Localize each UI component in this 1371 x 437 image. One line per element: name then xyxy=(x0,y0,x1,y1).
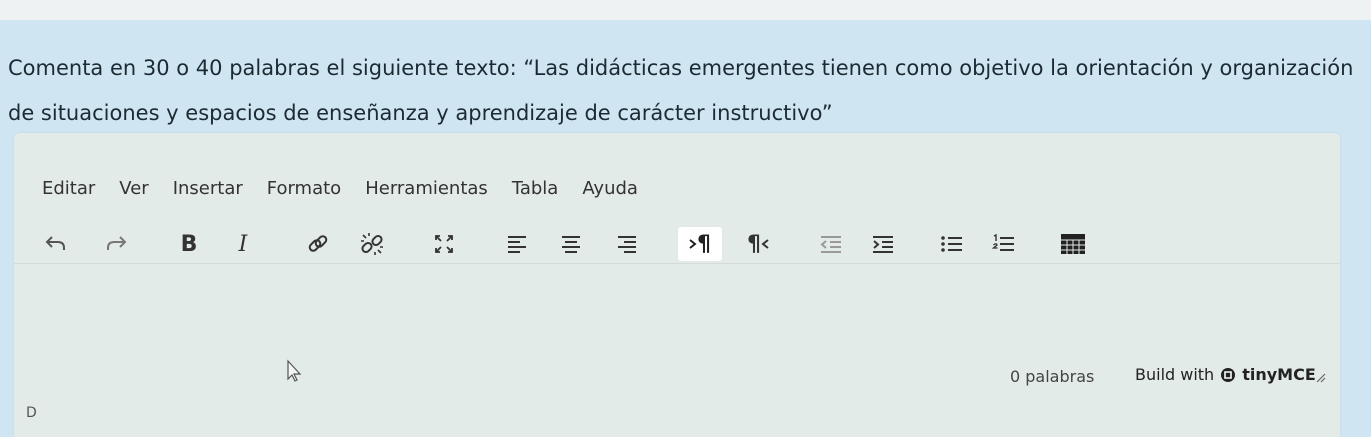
menu-ayuda[interactable]: Ayuda xyxy=(582,178,638,199)
corner-mark: D xyxy=(26,405,37,421)
top-strip xyxy=(0,0,1371,22)
editor-toolbar: B I ¶ ¶ xyxy=(14,221,1340,267)
italic-button[interactable]: I xyxy=(226,227,260,261)
insert-link-button[interactable] xyxy=(300,227,336,261)
italic-icon: I xyxy=(238,231,248,257)
editor-menubar: Editar Ver Insertar Formato Herramientas… xyxy=(42,173,662,203)
align-right-icon xyxy=(618,236,636,253)
ltr-arrow-icon xyxy=(689,239,697,249)
menu-editar[interactable]: Editar xyxy=(42,178,95,199)
rtl-button[interactable]: ¶ xyxy=(736,227,780,261)
bold-button[interactable]: B xyxy=(172,227,206,261)
menu-tabla[interactable]: Tabla xyxy=(512,178,559,199)
align-center-icon xyxy=(562,236,580,253)
outdent-icon xyxy=(820,236,841,253)
link-icon xyxy=(308,235,328,252)
redo-icon xyxy=(107,236,127,250)
rtl-icon: ¶ xyxy=(747,231,761,257)
menu-ver[interactable]: Ver xyxy=(119,178,148,199)
undo-button[interactable] xyxy=(38,227,74,261)
undo-icon xyxy=(45,236,65,250)
align-center-button[interactable] xyxy=(554,227,588,261)
numbered-list-icon xyxy=(992,234,1014,251)
word-count[interactable]: 0 palabras xyxy=(1010,367,1094,386)
insert-table-button[interactable] xyxy=(1054,227,1092,261)
remove-link-button[interactable] xyxy=(354,227,390,261)
indent-icon xyxy=(873,236,893,253)
menu-insertar[interactable]: Insertar xyxy=(173,178,243,199)
unlink-icon xyxy=(361,233,383,255)
tinymce-branding[interactable]: Build with tinyMCE xyxy=(1135,365,1316,384)
align-left-icon xyxy=(508,236,526,253)
ltr-icon: ¶ xyxy=(697,231,711,257)
editor-content-area[interactable] xyxy=(14,264,1340,382)
build-with-label: Build with xyxy=(1135,365,1215,384)
table-icon xyxy=(1061,234,1085,254)
numbered-list-button[interactable] xyxy=(986,227,1022,261)
menu-formato[interactable]: Formato xyxy=(267,178,341,199)
outdent-button[interactable] xyxy=(814,227,848,261)
align-left-button[interactable] xyxy=(500,227,534,261)
question-text: Comenta en 30 o 40 palabras el siguiente… xyxy=(8,56,1354,125)
tinymce-logo-icon xyxy=(1221,367,1236,382)
menu-herramientas[interactable]: Herramientas xyxy=(365,178,488,199)
indent-button[interactable] xyxy=(866,227,900,261)
fullscreen-icon xyxy=(435,235,453,253)
fullscreen-button[interactable] xyxy=(426,227,462,261)
bullet-list-button[interactable] xyxy=(934,227,970,261)
brand-name: tinyMCE xyxy=(1242,365,1316,384)
ltr-button[interactable]: ¶ xyxy=(678,227,722,261)
rtl-arrow-icon xyxy=(761,239,769,249)
align-right-button[interactable] xyxy=(610,227,644,261)
bullet-list-icon xyxy=(941,236,962,252)
rich-text-editor: Editar Ver Insertar Formato Herramientas… xyxy=(14,133,1340,437)
redo-button[interactable] xyxy=(98,227,134,261)
bold-icon: B xyxy=(180,231,198,257)
editor-statusbar: 0 palabras Build with tinyMCE xyxy=(14,363,1340,395)
resize-handle-icon[interactable] xyxy=(1314,371,1326,383)
